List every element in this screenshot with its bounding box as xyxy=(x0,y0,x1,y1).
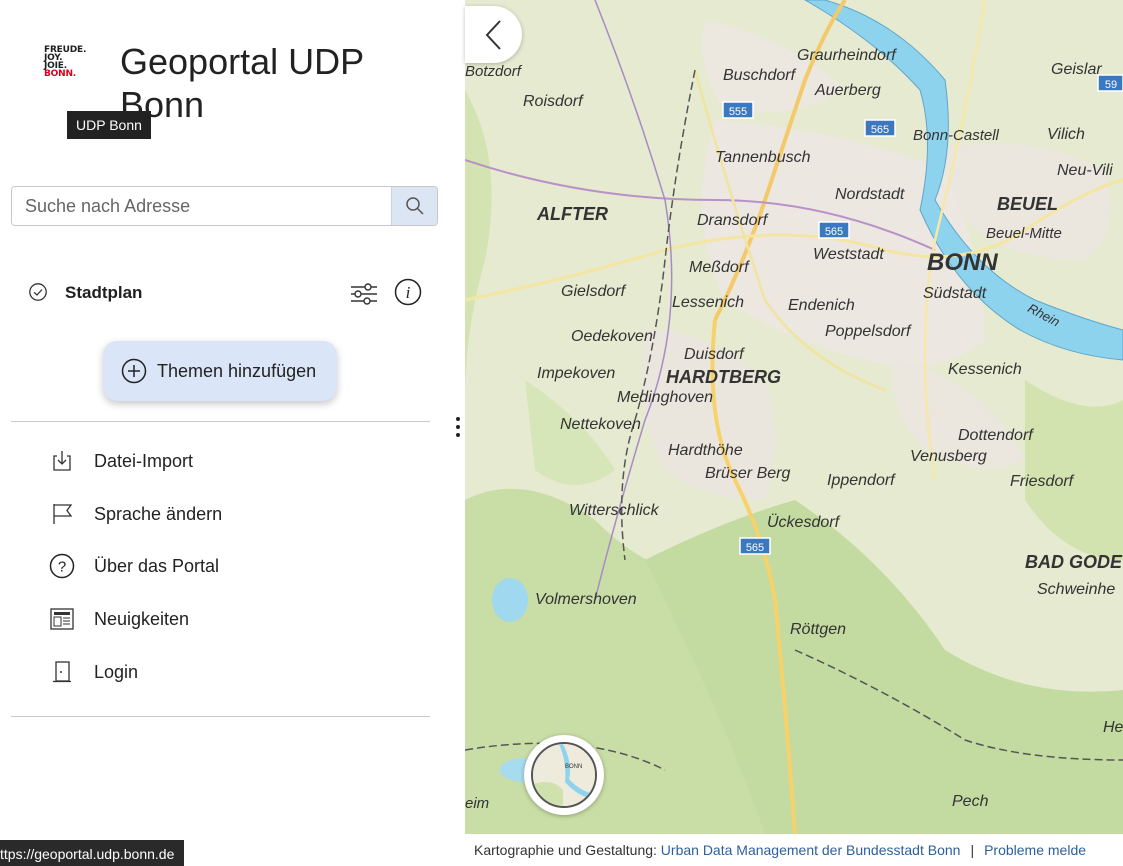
map-label: Duisdorf xyxy=(684,346,745,363)
map-label: HARDTBERG xyxy=(666,367,781,387)
udm-link[interactable]: Urban Data Management der Bundesstadt Bo… xyxy=(661,842,961,858)
map-label: Nordstadt xyxy=(835,186,905,203)
map-label: BONN xyxy=(927,249,998,276)
road-shield: 565 xyxy=(739,537,771,555)
map-label: Weststadt xyxy=(813,246,884,263)
map-label: Auerberg xyxy=(814,82,881,99)
search-input[interactable] xyxy=(12,187,391,225)
check-circle-icon xyxy=(29,283,47,301)
logo-tooltip: UDP Bonn xyxy=(67,111,151,139)
map-label: Witterschlick xyxy=(569,502,660,519)
svg-text:555: 555 xyxy=(729,106,747,118)
help-circle-icon: ? xyxy=(48,552,76,580)
map-label: Ückesdorf xyxy=(767,513,841,531)
menu-item-ueber-das-portal[interactable]: ? Über das Portal xyxy=(48,549,219,583)
divider xyxy=(11,421,430,422)
map-label: Beuel-Mitte xyxy=(986,225,1062,242)
map-label: Kessenich xyxy=(948,361,1022,378)
sliders-icon[interactable] xyxy=(350,280,378,308)
map-label: Schweinhe xyxy=(1037,581,1115,598)
map-attribution: Kartographie und Gestaltung: Urban Data … xyxy=(465,834,1123,866)
search-icon xyxy=(405,197,424,215)
map-label: BEUEL xyxy=(997,194,1058,214)
svg-text:565: 565 xyxy=(746,542,764,554)
bonn-logo: FREUDE. JOY. JOIE. BONN. xyxy=(44,45,87,79)
map-label: Medinghoven xyxy=(617,389,713,406)
map-label: Impekoven xyxy=(537,365,615,382)
overview-map-thumbnail: BONN xyxy=(531,742,597,808)
collapse-sidebar-button[interactable] xyxy=(465,6,522,63)
svg-text:?: ? xyxy=(58,559,66,576)
chevron-left-icon xyxy=(485,19,501,50)
map-label: Friesdorf xyxy=(1010,473,1075,490)
map-label: Buschdorf xyxy=(723,67,797,84)
map-label: Röttgen xyxy=(790,621,846,638)
map-label: Poppelsdorf xyxy=(825,323,912,340)
address-search xyxy=(11,186,438,226)
map-label: Vilich xyxy=(1047,126,1085,143)
layer-item-stadtplan[interactable]: Stadtplan i xyxy=(28,278,428,308)
layer-name: Stadtplan xyxy=(65,283,143,302)
map-label: Brüser Berg xyxy=(705,465,790,482)
map-label: ALFTER xyxy=(536,204,608,224)
news-icon xyxy=(48,605,76,633)
status-url: ttps://geoportal.udp.bonn.de xyxy=(0,840,185,866)
map-label: Südstadt xyxy=(923,285,987,302)
plus-circle-icon xyxy=(121,358,147,384)
map-label: Geislar xyxy=(1051,61,1102,78)
add-topics-button[interactable]: Themen hinzufügen xyxy=(103,341,337,401)
svg-text:BONN: BONN xyxy=(565,764,582,770)
map-label: Dransdorf xyxy=(697,212,769,229)
map-label: Volmershoven xyxy=(535,591,637,608)
import-icon xyxy=(48,447,76,475)
svg-text:565: 565 xyxy=(825,226,843,238)
info-icon[interactable]: i xyxy=(394,278,422,306)
map-label: Graurheindorf xyxy=(797,47,897,64)
map-label: Nettekoven xyxy=(560,416,641,433)
report-problem-link[interactable]: Probleme melde xyxy=(984,842,1086,858)
menu-item-datei-import[interactable]: Datei-Import xyxy=(48,444,193,478)
map-label: Ippendorf xyxy=(827,472,896,489)
svg-text:i: i xyxy=(406,283,411,302)
map-label: Venusberg xyxy=(910,448,987,465)
road-shield: 555 xyxy=(722,101,754,119)
road-shield: 59 xyxy=(1097,74,1123,92)
map-label: Pech xyxy=(952,793,989,810)
map-label: Meßdorf xyxy=(689,259,750,276)
map-label: Tannenbusch xyxy=(715,149,811,166)
menu-item-neuigkeiten[interactable]: Neuigkeiten xyxy=(48,602,189,636)
svg-text:565: 565 xyxy=(871,124,889,136)
menu-item-login[interactable]: Login xyxy=(48,655,138,689)
map-view[interactable]: 555 565 565 565 59 Graurheindorf Buschdo… xyxy=(465,0,1123,834)
resize-handle[interactable] xyxy=(456,417,462,441)
add-topics-label: Themen hinzufügen xyxy=(157,360,317,381)
road-shield: 565 xyxy=(864,119,896,137)
map-label: Bonn-Castell xyxy=(913,127,1000,144)
overview-map-button[interactable]: BONN xyxy=(524,735,604,815)
map-label: Hardthöhe xyxy=(668,442,743,459)
map-label: Endenich xyxy=(788,297,855,314)
door-icon xyxy=(48,658,76,686)
map-label: Botzdorf xyxy=(465,63,523,80)
sidebar: FREUDE. JOY. JOIE. BONN. Geoportal UDP B… xyxy=(0,0,465,866)
flag-icon xyxy=(48,500,76,528)
search-button[interactable] xyxy=(391,187,437,225)
page-title: Geoportal UDP Bonn xyxy=(120,41,364,125)
map-label: BAD GODE xyxy=(1025,552,1123,572)
map-label: Roisdorf xyxy=(523,93,584,110)
svg-text:59: 59 xyxy=(1105,79,1117,91)
map-canvas: 555 565 565 565 59 Graurheindorf Buschdo… xyxy=(465,0,1123,834)
map-label: Lessenich xyxy=(672,294,744,311)
map-label: He xyxy=(1103,719,1123,736)
menu-item-sprache[interactable]: Sprache ändern xyxy=(48,497,222,531)
divider xyxy=(11,716,430,717)
road-shield: 565 xyxy=(818,221,850,239)
map-label: Oedekoven xyxy=(571,328,653,345)
map-label: Gielsdorf xyxy=(561,283,627,300)
map-label: Dottendorf xyxy=(958,427,1034,444)
map-label: Neu-Vili xyxy=(1057,162,1113,179)
map-label: eim xyxy=(465,795,489,812)
